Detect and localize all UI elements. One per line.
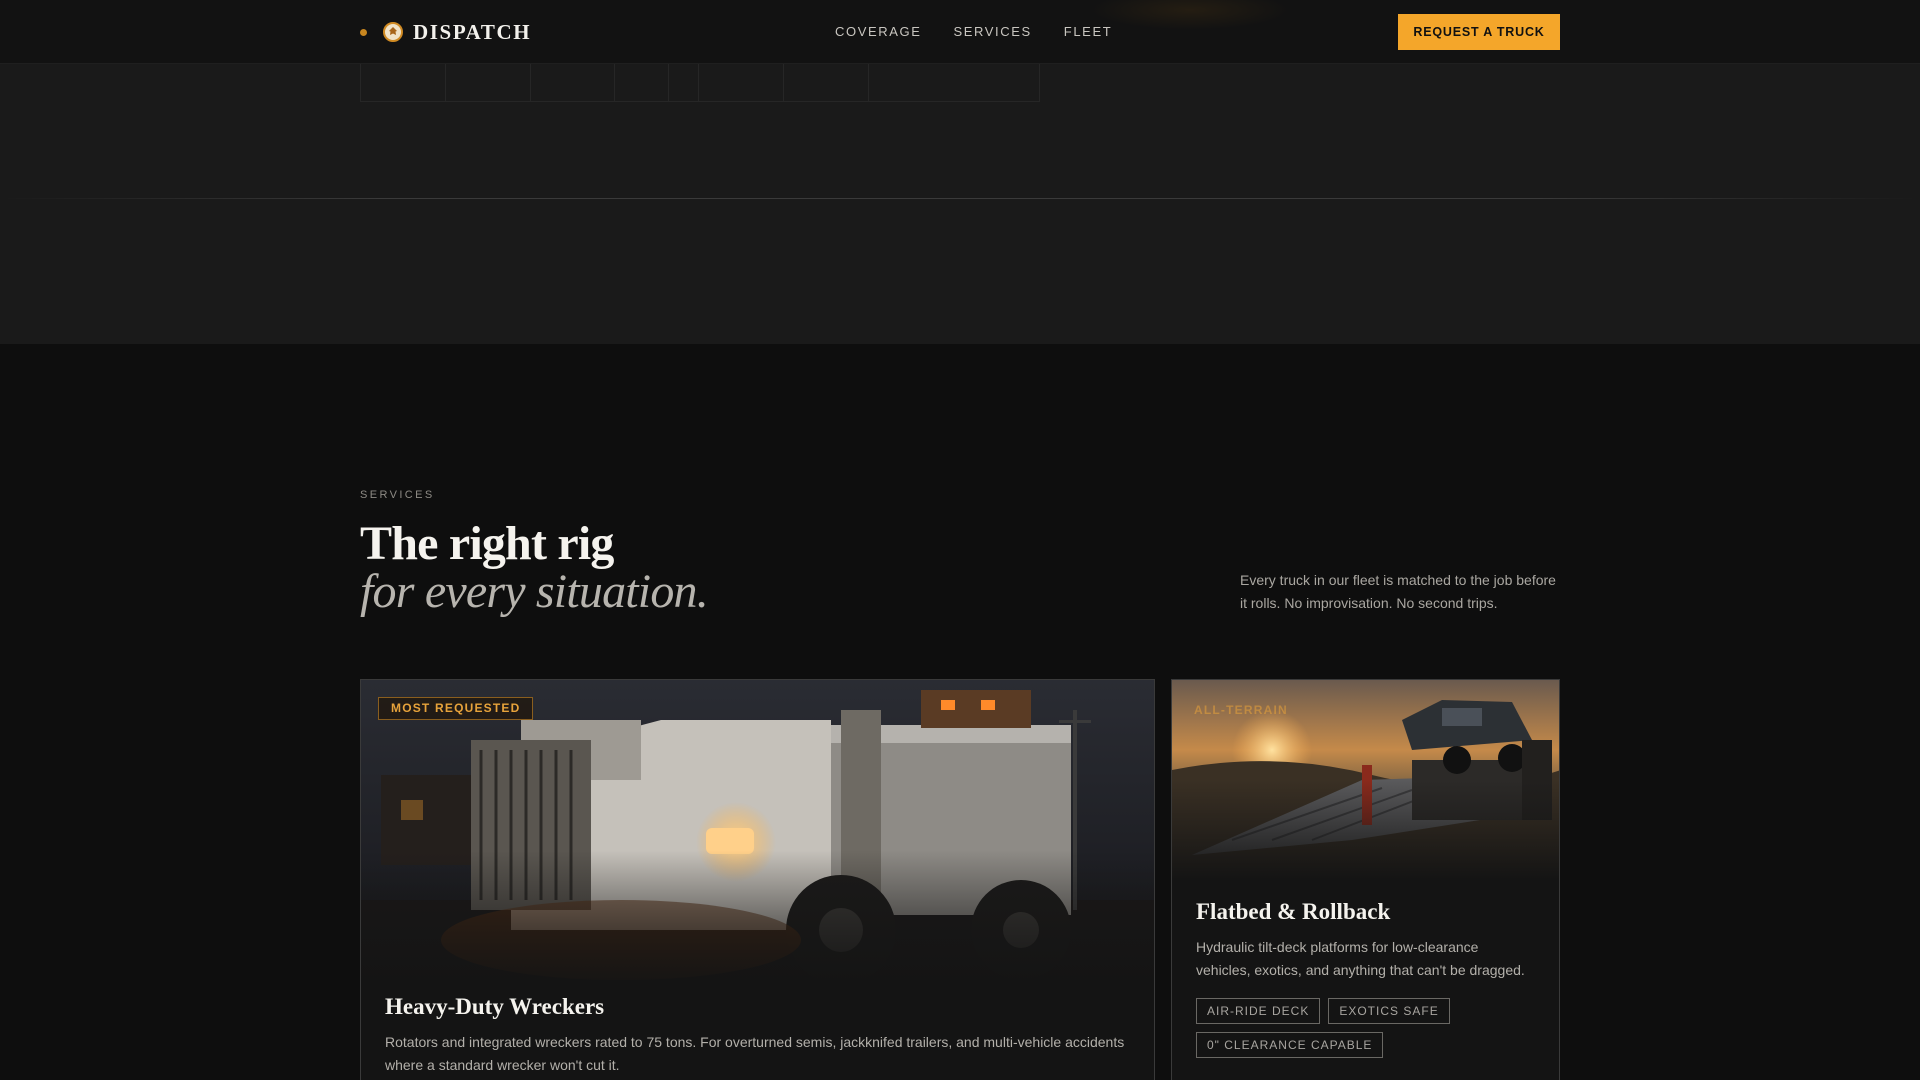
table-cell [615,64,670,101]
service-card-heavy-duty-wreckers[interactable]: MOST REQUESTED Heavy-Duty Wreckers Rotat… [360,679,1155,1080]
top-navigation: DISPATCH COVERAGE SERVICES FLEET REQUEST… [0,0,1920,64]
section-eyebrow: SERVICES [360,489,435,501]
brand-name: DISPATCH [413,19,532,44]
table-cell [531,64,616,101]
feature-tag: 0" CLEARANCE CAPABLE [1196,1032,1384,1058]
nav-link-fleet[interactable]: FLEET [1064,24,1112,39]
nav-glow-decoration [1090,0,1290,30]
all-terrain-badge: ALL-TERRAIN [1194,703,1288,717]
table-cell [699,64,784,101]
card-title: Heavy-Duty Wreckers [385,994,605,1019]
nav-link-coverage[interactable]: COVERAGE [835,24,921,39]
table-cell [784,64,869,101]
previous-section-band [0,64,1920,344]
table-cell [361,64,446,101]
request-truck-button[interactable]: REQUEST A TRUCK [1398,14,1560,50]
card-title: Flatbed & Rollback [1196,899,1391,924]
section-headline-italic: for every situation. [360,565,709,618]
feature-tag: EXOTICS SAFE [1328,998,1450,1024]
most-requested-badge: MOST REQUESTED [378,697,534,720]
nav-link-services[interactable]: SERVICES [953,24,1031,39]
table-cell [669,64,699,101]
card-description: Rotators and integrated wreckers rated t… [385,1034,1125,1073]
status-dot-icon [360,28,367,36]
table-cell [869,64,1039,101]
divider [0,198,1920,199]
card-description: Hydraulic tilt-deck platforms for low-cl… [1196,939,1525,978]
eagle-emblem-icon [383,22,403,42]
feature-tag: AIR-RIDE DECK [1196,998,1321,1024]
wrecker-truck-photo [361,680,1154,990]
brand-logo-link[interactable]: DISPATCH [360,18,531,46]
section-intro: Every truck in our fleet is matched to t… [1240,572,1556,611]
previous-section-table-edge [360,64,1040,102]
feature-tags: AIR-RIDE DECK EXOTICS SAFE 0" CLEARANCE … [1196,998,1536,1058]
primary-nav: COVERAGE SERVICES FLEET [835,24,1112,39]
table-cell [446,64,531,101]
service-card-flatbed-rollback[interactable]: ALL-TERRAIN Flatbed & Rollback Hydraulic… [1171,679,1560,1080]
